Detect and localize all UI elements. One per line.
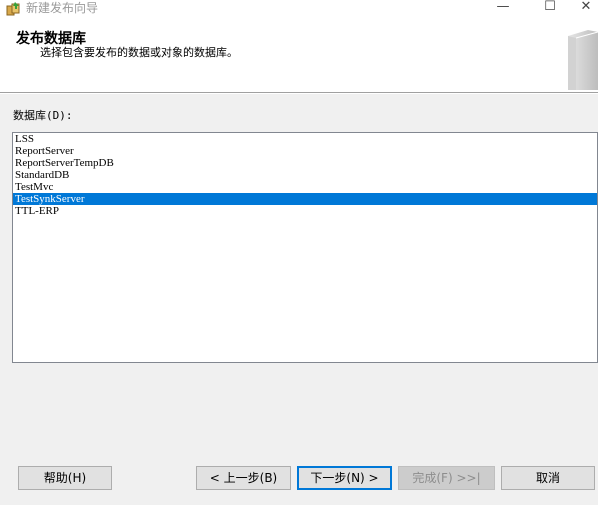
finish-button[interactable]: 完成(F) >>|: [398, 466, 495, 490]
back-button[interactable]: < 上一步(B): [196, 466, 291, 490]
title-bar: 新建发布向导 — ☐ ✕: [0, 0, 598, 18]
wizard-banner-icon: [568, 30, 598, 90]
window-title: 新建发布向导: [26, 1, 99, 15]
list-item-selected[interactable]: TestSynkServer: [13, 193, 597, 205]
close-button[interactable]: ✕: [574, 0, 598, 18]
list-item[interactable]: TTL-ERP: [13, 205, 597, 217]
list-item[interactable]: ReportServer: [13, 145, 597, 157]
cancel-button[interactable]: 取消: [501, 466, 595, 490]
wizard-app-icon: [6, 2, 20, 16]
page-title: 发布数据库: [16, 31, 86, 47]
help-button[interactable]: 帮助(H): [18, 466, 112, 490]
list-item[interactable]: StandardDB: [13, 169, 597, 181]
minimize-button[interactable]: —: [480, 0, 526, 18]
list-item[interactable]: TestMvc: [13, 181, 597, 193]
maximize-button[interactable]: ☐: [527, 0, 573, 18]
database-listbox[interactable]: LSS ReportServer ReportServerTempDB Stan…: [12, 132, 598, 363]
header-divider: [0, 92, 598, 94]
list-item[interactable]: ReportServerTempDB: [13, 157, 597, 169]
list-item[interactable]: LSS: [13, 133, 597, 145]
wizard-header: 发布数据库 选择包含要发布的数据或对象的数据库。: [0, 18, 598, 92]
database-list-label: 数据库(D):: [13, 109, 73, 122]
page-subtitle: 选择包含要发布的数据或对象的数据库。: [40, 46, 238, 59]
next-button[interactable]: 下一步(N) >: [297, 466, 392, 490]
